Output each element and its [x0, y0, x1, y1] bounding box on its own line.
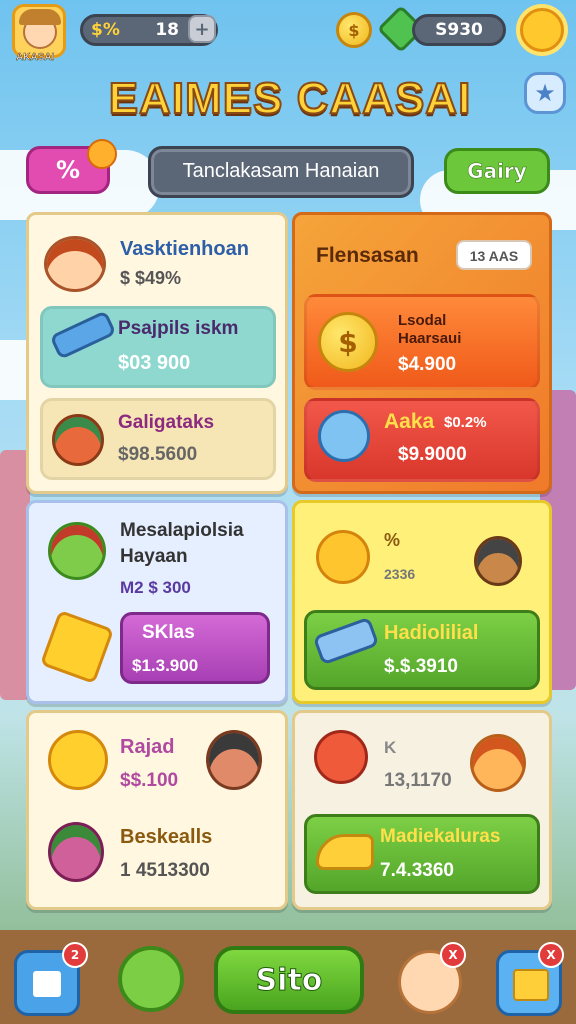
top-hat-character-icon	[474, 536, 522, 586]
top-bar: AKASAI $% 18 + $ S930	[0, 0, 576, 70]
star-icon: ★	[534, 79, 556, 107]
item-price: 7.4.3360	[380, 860, 454, 881]
green-character-icon	[48, 522, 106, 580]
item-tag: %	[384, 530, 401, 550]
plus-icon: +	[194, 18, 210, 40]
tag-icon	[87, 139, 117, 169]
item-price: M2 $ 300	[120, 578, 191, 597]
gem-value: S930	[435, 20, 483, 40]
item-name: Vasktienhoan	[120, 238, 249, 260]
sun-coin-icon: $	[318, 312, 378, 372]
item-price-secondary: $0.2%	[444, 414, 487, 431]
item-name: SKlas	[142, 622, 195, 643]
item-price: $.$.3910	[384, 656, 458, 677]
item-price: 13,1170	[384, 770, 452, 791]
home-icon	[33, 971, 61, 997]
red-sun-icon	[314, 730, 368, 784]
coin-value: 18	[155, 20, 179, 40]
currency-prefix: $%	[91, 20, 120, 40]
item-name: Lsodal Haarsaui	[398, 312, 462, 347]
panel-badge: 13 AAS	[456, 240, 532, 270]
item-price: 1 4513300	[120, 860, 210, 881]
item-name: Galigataks	[118, 412, 215, 433]
add-coins-button[interactable]: +	[188, 15, 216, 43]
panel-title: Flensasan	[316, 244, 419, 267]
gem-balance: S930	[412, 14, 506, 46]
play-button[interactable]: Sito	[214, 946, 364, 1014]
notification-badge: 2	[62, 942, 88, 968]
item-price: $03 900	[118, 352, 191, 374]
orange-character-icon	[470, 734, 526, 792]
player-name: AKASAI	[16, 52, 55, 64]
item-name: Madiekaluras	[380, 826, 501, 847]
close-badge[interactable]: X	[440, 942, 466, 968]
item-name: Beskealls	[120, 826, 213, 848]
coin-icon: $	[336, 12, 372, 48]
item-tag: K	[384, 738, 397, 757]
item-price: $4.900	[398, 354, 457, 375]
item-price: $$.100	[120, 770, 179, 791]
spiral-sun-icon	[48, 730, 108, 790]
hat-character-icon	[206, 730, 262, 790]
sun-mascot-icon[interactable]	[520, 8, 564, 52]
item-name: Hadiolilial	[384, 622, 479, 644]
item-price: $9.9000	[398, 444, 467, 465]
item-price: $98.5600	[118, 444, 198, 465]
pink-character-icon	[48, 822, 104, 882]
percent-icon: %	[55, 156, 81, 184]
item-name: Aaka	[384, 410, 435, 433]
item-price: $1.3.900	[132, 656, 199, 675]
hat-character-icon	[52, 414, 104, 466]
key-icon	[318, 410, 370, 462]
close-badge[interactable]: X	[538, 942, 564, 968]
item-name: Mesalapiolsia Hayaan	[120, 520, 244, 567]
game-title: EAIMES CAASAI	[108, 73, 472, 124]
item-price: $ $49%	[120, 268, 182, 288]
redhead-character-icon	[44, 236, 106, 292]
gift-box-icon	[513, 969, 549, 1001]
gear-mascot-icon[interactable]	[118, 946, 184, 1012]
promo-button[interactable]: %	[26, 139, 117, 194]
item-price: 2336	[384, 566, 416, 582]
gallery-label: Gairy	[467, 159, 527, 184]
player-avatar[interactable]	[12, 4, 66, 58]
smiling-sun-icon	[316, 530, 370, 584]
search-value: Tanclakasam Hanaian	[182, 160, 380, 182]
gallery-button[interactable]: Gairy	[444, 148, 550, 194]
item-name: Psajpils iskm	[118, 318, 239, 339]
play-label: Sito	[255, 962, 323, 998]
item-name: Rajad	[120, 736, 175, 758]
favorite-button[interactable]: ★	[524, 72, 566, 114]
